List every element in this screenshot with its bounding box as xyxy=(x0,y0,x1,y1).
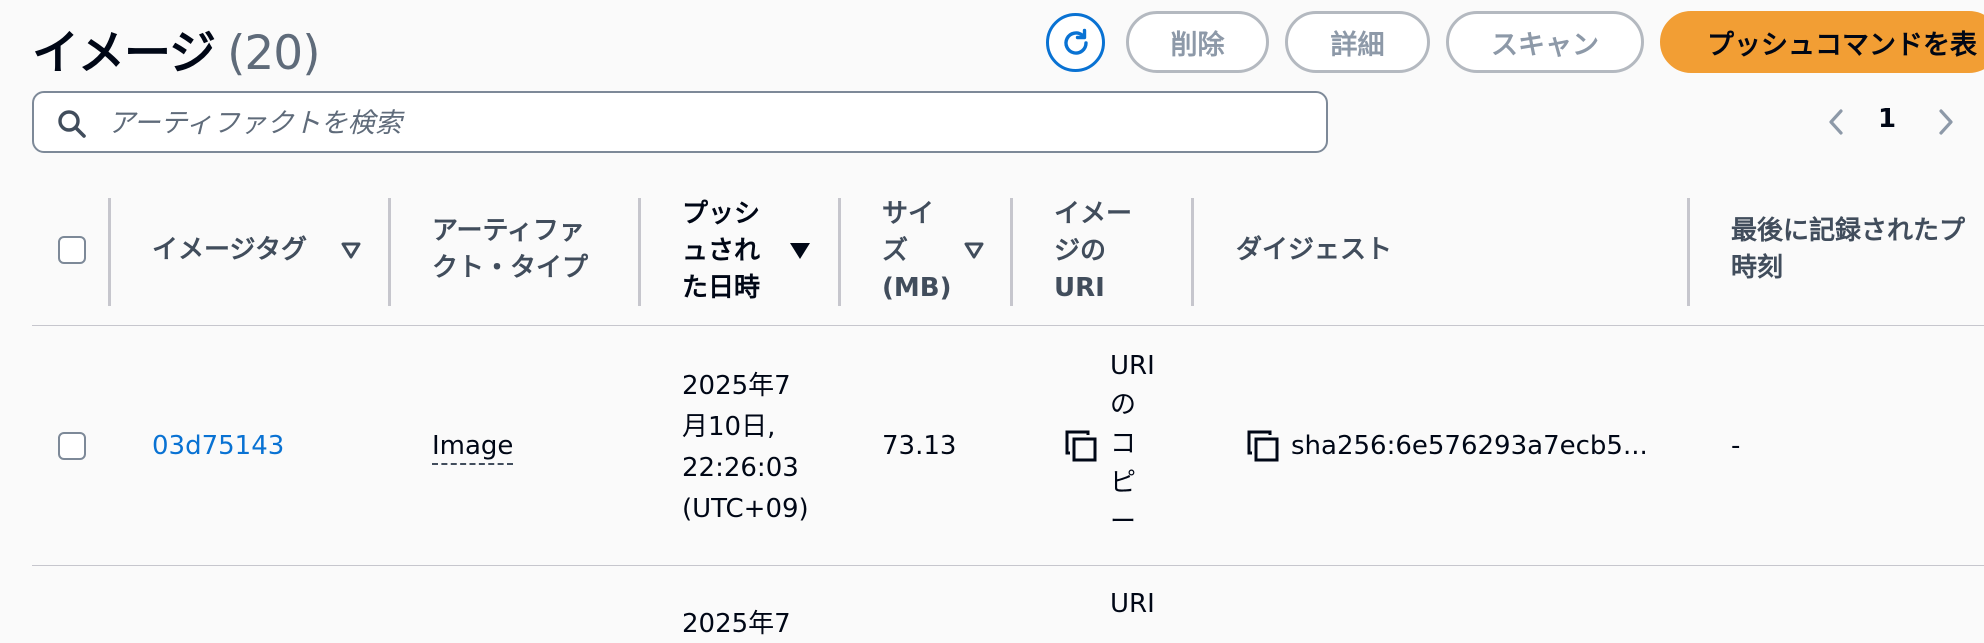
column-divider[interactable] xyxy=(638,198,641,306)
column-header-last-recorded-line2: 時刻 xyxy=(1731,253,1784,283)
image-count: (20) xyxy=(227,26,320,81)
column-header-pushed-at[interactable]: プッシ ュされ た日時 xyxy=(682,196,760,307)
copy-uri-line4: ピ xyxy=(1110,468,1137,498)
image-tag-link[interactable]: 03d75143 xyxy=(152,427,284,465)
chevron-left-icon xyxy=(1829,109,1843,135)
column-header-pushed-at-line2: ュされ xyxy=(682,236,761,266)
column-header-image-uri-line1: イメー xyxy=(1054,199,1133,229)
search-icon xyxy=(58,110,86,138)
pushed-at-line4: (UTC+09) xyxy=(682,494,809,524)
column-divider[interactable] xyxy=(838,198,841,306)
copy-uri-button[interactable]: URI の コ ピ ー xyxy=(1110,347,1155,542)
column-header-size-line3: (MB) xyxy=(882,273,952,303)
column-divider[interactable] xyxy=(1191,198,1194,306)
copy-uri-line1: URI xyxy=(1110,351,1155,381)
column-header-image-tag-label: イメージタグ xyxy=(152,235,307,265)
column-header-image-uri[interactable]: イメー ジの URI xyxy=(1054,196,1132,307)
copy-digest-icon[interactable] xyxy=(1246,429,1280,463)
pushed-at-line1: 2025年7 xyxy=(682,371,791,401)
page-title-text: イメージ xyxy=(32,26,216,81)
column-header-size-line1: サイ xyxy=(882,199,935,229)
column-header-size-line2: ズ xyxy=(882,236,909,266)
refresh-button[interactable] xyxy=(1046,13,1105,72)
details-button[interactable]: 詳細 xyxy=(1285,11,1430,73)
chevron-right-icon xyxy=(1939,109,1953,135)
column-header-image-uri-line3: URI xyxy=(1054,273,1105,303)
pushed-at-line3: 22:26:03 xyxy=(682,453,799,483)
row-separator xyxy=(32,565,1984,566)
column-divider[interactable] xyxy=(1687,198,1690,306)
column-header-image-uri-line2: ジの xyxy=(1054,236,1107,266)
scan-button[interactable]: スキャン xyxy=(1446,11,1644,73)
pushed-at-line1: 2025年7 xyxy=(682,609,791,639)
select-all-checkbox[interactable] xyxy=(58,236,86,264)
copy-uri-button[interactable]: URI xyxy=(1110,585,1155,623)
view-push-commands-button[interactable]: プッシュコマンドを表 xyxy=(1660,11,1984,73)
column-header-digest[interactable]: ダイジェスト xyxy=(1236,232,1392,269)
sort-descending-outline-icon[interactable] xyxy=(963,241,985,261)
column-header-size[interactable]: サイ ズ (MB) xyxy=(882,196,951,307)
page-title: イメージ (20) xyxy=(32,14,321,83)
delete-button[interactable]: 削除 xyxy=(1126,11,1269,73)
header-separator xyxy=(32,325,1984,326)
column-header-artifact-type[interactable]: アーティファ クト・タイプ xyxy=(432,213,588,287)
column-divider[interactable] xyxy=(388,198,391,306)
previous-page-button[interactable] xyxy=(1820,104,1852,140)
next-page-button[interactable] xyxy=(1930,104,1962,140)
column-divider[interactable] xyxy=(1010,198,1013,306)
search-field[interactable] xyxy=(32,91,1328,153)
column-header-last-recorded-line1: 最後に記録されたプ xyxy=(1731,216,1966,246)
copy-uri-line5: ー xyxy=(1110,507,1137,537)
search-input[interactable] xyxy=(106,101,1310,145)
row-checkbox[interactable] xyxy=(58,432,86,460)
column-header-image-tag[interactable]: イメージタグ xyxy=(152,232,307,269)
size-value: 73.13 xyxy=(882,431,957,461)
pushed-at-line2: 月10日, xyxy=(682,412,776,442)
artifact-type: Image xyxy=(432,427,514,465)
sort-descending-outline-icon[interactable] xyxy=(340,241,362,261)
column-header-artifact-type-line2: クト・タイプ xyxy=(432,253,589,283)
sort-descending-filled-icon[interactable] xyxy=(788,241,812,261)
digest-value: sha256:6e576293a7ecb5... xyxy=(1291,431,1648,461)
artifact-type-value[interactable]: Image xyxy=(432,431,514,465)
last-recorded-value: - xyxy=(1731,431,1741,461)
column-divider[interactable] xyxy=(108,198,111,306)
copy-uri-line3: コ xyxy=(1110,429,1137,459)
column-header-digest-label: ダイジェスト xyxy=(1236,235,1393,265)
copy-icon[interactable] xyxy=(1064,429,1098,463)
refresh-icon xyxy=(1063,28,1088,55)
column-header-last-recorded[interactable]: 最後に記録されたプ 時刻 xyxy=(1731,213,1965,287)
column-header-pushed-at-line3: た日時 xyxy=(682,273,761,303)
column-header-pushed-at-line1: プッシ xyxy=(682,199,761,229)
pushed-at-cell: 2025年7 月10日, 22:26:03 (UTC+09) xyxy=(682,366,809,530)
copy-uri-line2: の xyxy=(1110,390,1137,420)
column-header-artifact-type-line1: アーティファ xyxy=(432,216,585,246)
current-page-number[interactable]: 1 xyxy=(1878,104,1896,134)
